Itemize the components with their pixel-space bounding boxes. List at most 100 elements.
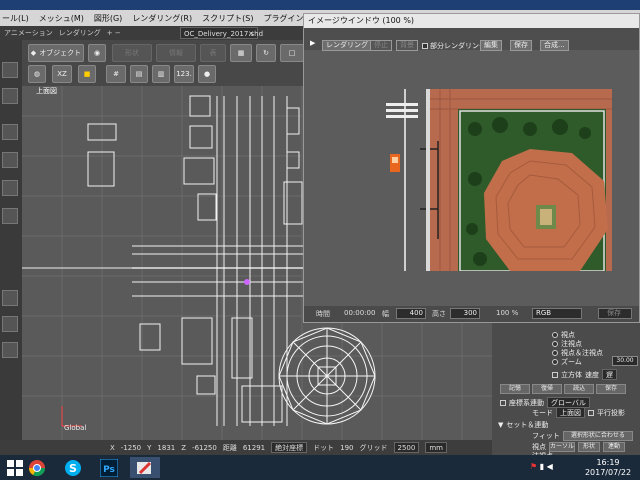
numeric-button[interactable]: 123.	[174, 65, 194, 83]
skype-icon: S	[65, 459, 81, 476]
info-button[interactable]: 情報	[156, 44, 196, 62]
list-view-button[interactable]: ▥	[152, 65, 170, 83]
restore-button[interactable]: 復帰	[532, 384, 562, 394]
coord-link-checkbox[interactable]	[500, 399, 506, 406]
set-link-section[interactable]: ▼ セット＆連動	[498, 420, 548, 430]
tool-button-extra[interactable]: □	[280, 44, 304, 62]
color-button[interactable]: ■	[78, 65, 96, 83]
save-menu-button[interactable]: 保存	[510, 40, 532, 51]
snap-mode-select[interactable]: 絶対座標	[271, 442, 308, 453]
tab-add-remove[interactable]: + −	[107, 29, 121, 37]
table-button[interactable]: 表	[200, 44, 226, 62]
memory-button[interactable]: 記憶	[500, 384, 530, 394]
numeric-button-label: 123.	[176, 70, 192, 78]
distance-value: 61291	[242, 443, 266, 452]
partial-render-option[interactable]: 部分レンダリング	[422, 41, 486, 51]
shape-button-label: 形状	[125, 49, 139, 57]
tab-animation[interactable]: アニメーション	[4, 28, 53, 38]
grid-value-field[interactable]: 2500	[393, 442, 420, 453]
tray-icons[interactable]: ⚑ ▮ ◀	[530, 462, 553, 471]
radio-button[interactable]	[552, 341, 558, 347]
photoshop-taskbar-button[interactable]: Ps	[94, 457, 124, 478]
mode-row: モード 上面図 平行投影	[532, 407, 625, 418]
shape-button[interactable]: 形状	[112, 44, 152, 62]
save-view-button[interactable]: 保存	[596, 384, 626, 394]
shape-set-button[interactable]: 形状	[578, 442, 600, 452]
coord-link-label: 座標系連動	[509, 398, 544, 407]
tool-square-2[interactable]	[2, 88, 18, 104]
xz-button[interactable]: XZ	[52, 65, 72, 83]
fit-selection-button[interactable]: 選択形状に合わせる	[562, 431, 633, 441]
radio-button[interactable]	[552, 332, 558, 338]
radio-button[interactable]	[552, 359, 558, 365]
shade3d-taskbar-button[interactable]	[130, 457, 160, 478]
table-view-button[interactable]: ▤	[130, 65, 148, 83]
parallel-label: 平行投影	[597, 408, 625, 417]
mode-select[interactable]: 上面図	[556, 407, 585, 418]
time-value: 00:00:00	[344, 309, 376, 317]
tool-square-6[interactable]	[2, 208, 18, 224]
tab-rendering[interactable]: レンダリング	[59, 28, 101, 38]
unit-select[interactable]: mm	[425, 442, 447, 453]
tool-square-5[interactable]	[2, 180, 18, 196]
skype-taskbar-button[interactable]: S	[58, 457, 88, 478]
render-preview	[380, 89, 612, 271]
tool-square-4[interactable]	[2, 152, 18, 168]
close-icon[interactable]: ✕	[248, 28, 254, 40]
dot-value: 190	[340, 443, 354, 452]
document-tab[interactable]: OC_Delivery_2017.shd ✕	[180, 27, 263, 40]
cube-label: 立方体	[561, 370, 582, 379]
grid-button[interactable]: #	[106, 65, 126, 83]
save-image-button[interactable]: 保存	[598, 308, 632, 319]
play-icon[interactable]: ▶	[310, 39, 315, 47]
parallel-checkbox[interactable]	[588, 409, 594, 416]
palette-icon: ■	[83, 70, 91, 78]
radio-button[interactable]	[552, 350, 558, 356]
render-button[interactable]: レンダリング	[322, 40, 372, 51]
menu-script[interactable]: スクリプト(S)	[202, 13, 253, 24]
viewport-label: 上面図	[36, 87, 57, 95]
z-value: -61250	[192, 443, 217, 452]
radio-zoom[interactable]: ズーム	[552, 357, 582, 367]
height-label: 高さ	[432, 310, 446, 318]
cube-option[interactable]: 立方体 速度 遅	[552, 369, 617, 380]
menu-mesh[interactable]: メッシュ(M)	[39, 13, 84, 24]
camera-icon: ◉	[93, 49, 101, 57]
taskbar-clock[interactable]: 16:19 2017/07/22	[578, 458, 638, 478]
menu-rendering[interactable]: レンダリング(R)	[132, 13, 192, 24]
composite-menu-button[interactable]: 合成...	[540, 40, 569, 51]
tool-square-7[interactable]	[2, 290, 18, 306]
speed-select[interactable]: 遅	[602, 369, 617, 380]
width-field[interactable]: 400	[396, 308, 426, 319]
rotate-button[interactable]: ↻	[256, 44, 276, 62]
table-icon: ▤	[135, 70, 143, 78]
height-field[interactable]: 300	[450, 308, 480, 319]
tool-square-3[interactable]	[2, 124, 18, 140]
menu-shape[interactable]: 図形(G)	[94, 13, 122, 24]
menu-tool[interactable]: ール(L)	[2, 13, 29, 24]
cube-checkbox[interactable]	[552, 371, 558, 378]
camera-button[interactable]: ◉	[88, 44, 106, 62]
edit-menu-button[interactable]: 編集	[480, 40, 502, 51]
dot-label: ドット	[313, 443, 335, 452]
background-button[interactable]: 背景	[396, 40, 418, 51]
load-button[interactable]: 読込	[564, 384, 594, 394]
object-button[interactable]: ◆ オブジェクト	[28, 44, 84, 62]
stop-button[interactable]: 停止	[370, 40, 392, 51]
speed-label: 速度	[585, 370, 599, 379]
tool-square-1[interactable]	[2, 62, 18, 78]
color-mode-select[interactable]: RGB	[532, 308, 582, 319]
radio-label: ズーム	[561, 358, 582, 366]
linked-button[interactable]: 連動	[603, 442, 625, 452]
panel-tab-bar: アニメーション レンダリング + −	[0, 26, 310, 40]
zoom-value-field[interactable]: 30.00	[612, 356, 638, 366]
sphere-button[interactable]: ●	[198, 65, 216, 83]
tool-square-9[interactable]	[2, 342, 18, 358]
selection-marker[interactable]	[244, 279, 250, 285]
partial-render-checkbox[interactable]	[422, 43, 428, 49]
globe-button[interactable]: ◍	[28, 65, 46, 83]
chrome-taskbar-button[interactable]	[22, 457, 52, 478]
grid-toggle-button[interactable]: ▦	[230, 44, 252, 62]
table-button-label: 表	[209, 49, 217, 57]
tool-square-8[interactable]	[2, 316, 18, 332]
